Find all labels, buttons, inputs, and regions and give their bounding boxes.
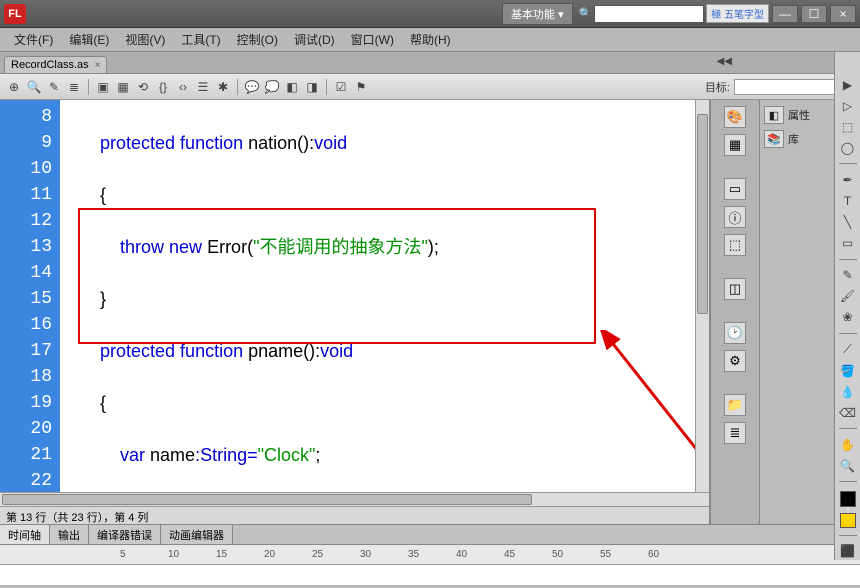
- block-icon[interactable]: ▣: [95, 79, 111, 95]
- target-label: 目标:: [705, 79, 730, 95]
- paint-bucket-icon[interactable]: 🪣: [839, 362, 857, 379]
- edit-icon[interactable]: ✎: [46, 79, 62, 95]
- list-icon[interactable]: ≣: [66, 79, 82, 95]
- maximize-button[interactable]: ☐: [801, 5, 827, 23]
- thought-icon[interactable]: 💭: [264, 79, 280, 95]
- tab-motion-editor[interactable]: 动画编辑器: [161, 525, 233, 544]
- history-icon[interactable]: 🕑: [724, 322, 746, 344]
- stroke-color-swatch[interactable]: [840, 491, 856, 506]
- bottom-dock: 时间轴 输出 编译器错误 动画编辑器 51015 202530 354045 5…: [0, 524, 860, 584]
- tab-compiler-errors[interactable]: 编译器错误: [89, 525, 161, 544]
- horizontal-scrollbar[interactable]: [0, 492, 709, 506]
- transform-icon[interactable]: ⬚: [724, 234, 746, 256]
- highlight-box: [78, 208, 596, 344]
- line-gutter: 8910 111213 141516 171819 202122: [0, 100, 60, 492]
- menu-debug[interactable]: 调试(D): [286, 31, 343, 48]
- components-icon[interactable]: ◫: [724, 278, 746, 300]
- menu-window[interactable]: 窗口(W): [343, 31, 402, 48]
- close-button[interactable]: ×: [830, 5, 856, 23]
- search-icon: 🔍: [579, 7, 593, 20]
- braces-icon[interactable]: {}: [155, 79, 171, 95]
- string-icon[interactable]: ≣: [724, 422, 746, 444]
- selection-tool-icon[interactable]: ▶: [839, 76, 857, 93]
- subselection-tool-icon[interactable]: ▷: [839, 97, 857, 114]
- brush-tool-icon[interactable]: 🖌: [839, 288, 857, 305]
- collapse-right-icon[interactable]: ◨: [304, 79, 320, 95]
- text-tool-icon[interactable]: T: [839, 192, 857, 209]
- menu-help[interactable]: 帮助(H): [402, 31, 459, 48]
- add-icon[interactable]: ⊕: [6, 79, 22, 95]
- star-icon[interactable]: ✱: [215, 79, 231, 95]
- find-icon[interactable]: 🔍: [26, 79, 42, 95]
- scene-icon[interactable]: ⚙: [724, 350, 746, 372]
- free-transform-icon[interactable]: ⬚: [839, 118, 857, 135]
- align-icon[interactable]: ▭: [724, 178, 746, 200]
- timeline-ruler[interactable]: 51015 202530 354045 505560: [0, 545, 860, 565]
- minimize-button[interactable]: —: [772, 5, 798, 23]
- project-icon[interactable]: 📁: [724, 394, 746, 416]
- line-tool-icon[interactable]: ╲: [839, 214, 857, 231]
- status-line: 第 13 行（共 23 行），第 4 列: [0, 506, 709, 524]
- title-bar: FL 基本功能 ▾ 🔍 極 五笔字型 — ☐ ×: [0, 0, 860, 28]
- ime-indicator: 極 五笔字型: [706, 4, 769, 23]
- angle-icon[interactable]: ‹›: [175, 79, 191, 95]
- undo-icon[interactable]: ⟲: [135, 79, 151, 95]
- separator: [326, 79, 327, 95]
- collapse-left-icon[interactable]: ◧: [284, 79, 300, 95]
- editor-toolbar: ⊕ 🔍 ✎ ≣ ▣ ▦ ⟲ {} ‹› ☰ ✱ 💬 💭 ◧ ◨ ☑ ⚑ 目标:: [0, 74, 860, 100]
- wrap-icon[interactable]: ☰: [195, 79, 211, 95]
- app-logo: FL: [4, 4, 26, 24]
- timeline-body[interactable]: [0, 565, 860, 585]
- tab-close-icon[interactable]: ×: [95, 60, 101, 71]
- panel-collapse-icon[interactable]: ◀◀: [717, 56, 732, 67]
- comment-icon[interactable]: 💬: [244, 79, 260, 95]
- search-input[interactable]: [594, 5, 704, 23]
- vertical-scrollbar[interactable]: [695, 100, 709, 492]
- color-icon[interactable]: ▦: [724, 134, 746, 156]
- fill-color-swatch[interactable]: [840, 513, 856, 528]
- grid-icon[interactable]: ▦: [115, 79, 131, 95]
- properties-icon: ◧: [764, 106, 784, 124]
- zoom-tool-icon[interactable]: 🔍: [839, 457, 857, 474]
- document-tab[interactable]: RecordClass.as ×: [4, 56, 107, 73]
- separator: [237, 79, 238, 95]
- check-icon[interactable]: ☑: [333, 79, 349, 95]
- snap-icon[interactable]: ⬛: [839, 543, 857, 560]
- tools-panel: ▶ ▷ ⬚ ◯ ✒ T ╲ ▭ ✎ 🖌 ❀ ⟋ 🪣 💧 ⌫ ✋ 🔍 ⬛: [834, 52, 860, 560]
- flag-icon[interactable]: ⚑: [353, 79, 369, 95]
- deco-tool-icon[interactable]: ❀: [839, 309, 857, 326]
- code-editor[interactable]: 8910 111213 141516 171819 202122 protect…: [0, 100, 709, 492]
- eraser-tool-icon[interactable]: ⌫: [839, 404, 857, 421]
- hand-tool-icon[interactable]: ✋: [839, 436, 857, 453]
- tab-output[interactable]: 输出: [50, 525, 89, 544]
- separator: [88, 79, 89, 95]
- menu-tools[interactable]: 工具(T): [173, 31, 228, 48]
- menu-view[interactable]: 视图(V): [117, 31, 173, 48]
- lasso-tool-icon[interactable]: ◯: [839, 139, 857, 156]
- menu-edit[interactable]: 编辑(E): [61, 31, 117, 48]
- menu-control[interactable]: 控制(O): [229, 31, 286, 48]
- pencil-tool-icon[interactable]: ✎: [839, 267, 857, 284]
- menu-bar: 文件(F) 编辑(E) 视图(V) 工具(T) 控制(O) 调试(D) 窗口(W…: [0, 28, 860, 52]
- menu-file[interactable]: 文件(F): [6, 31, 61, 48]
- library-icon: 📚: [764, 130, 784, 148]
- code-content[interactable]: protected function nation():void { throw…: [60, 100, 709, 492]
- info-icon[interactable]: ⓘ: [724, 206, 746, 228]
- tab-timeline[interactable]: 时间轴: [0, 525, 50, 544]
- pen-tool-icon[interactable]: ✒: [839, 171, 857, 188]
- eyedropper-icon[interactable]: 💧: [839, 383, 857, 400]
- rectangle-tool-icon[interactable]: ▭: [839, 235, 857, 252]
- bone-tool-icon[interactable]: ⟋: [839, 341, 857, 358]
- swatches-icon[interactable]: 🎨: [724, 106, 746, 128]
- workspace-button[interactable]: 基本功能 ▾: [502, 3, 573, 25]
- tab-label: RecordClass.as: [11, 59, 89, 71]
